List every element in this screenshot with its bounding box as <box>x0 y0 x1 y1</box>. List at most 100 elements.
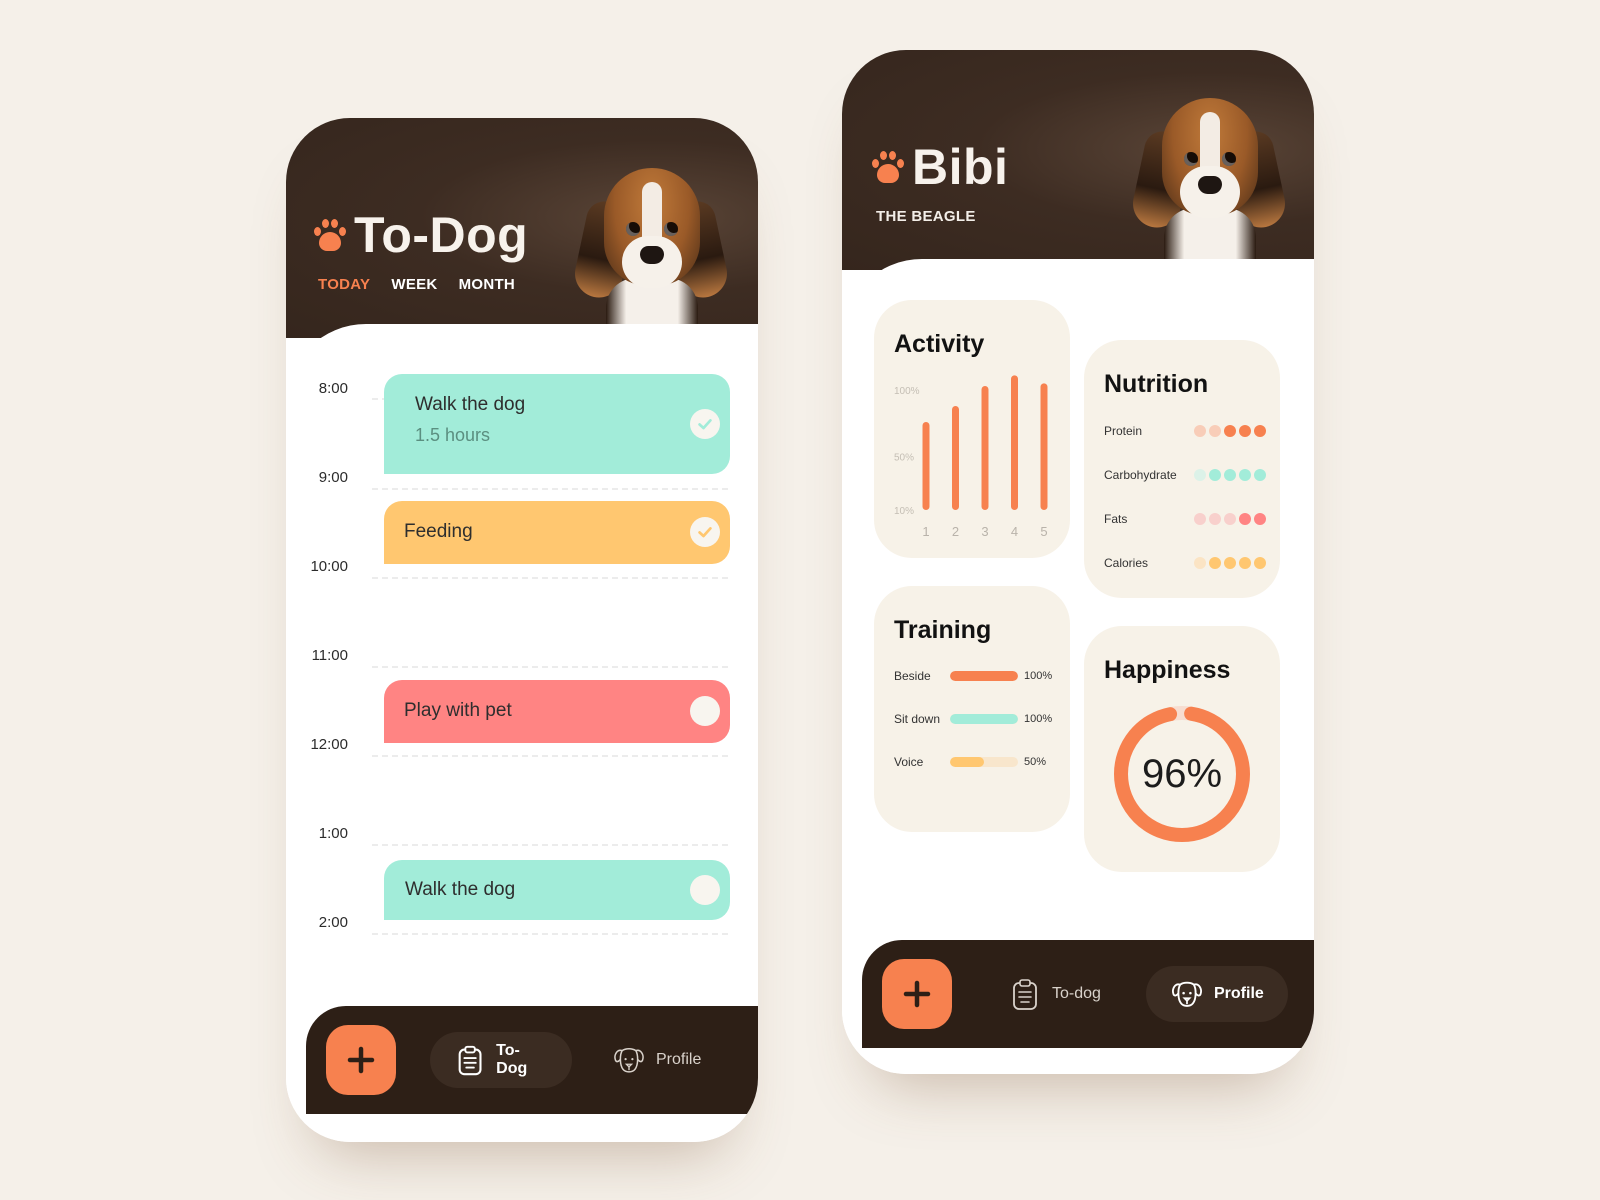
nutrition-dot <box>1254 469 1266 481</box>
task-play-with-pet[interactable]: Play with pet <box>384 680 730 743</box>
training-progress-bar <box>950 714 1018 724</box>
nutrition-dot <box>1194 469 1206 481</box>
activity-chart-svg: 100% 50% 10% 1 2 3 4 5 <box>894 375 1048 539</box>
nutrition-row: Fats <box>1104 512 1266 526</box>
training-progress-bar <box>950 757 1018 767</box>
nutrition-dot <box>1224 425 1236 437</box>
nutrition-dot <box>1224 469 1236 481</box>
nutrition-level-dots <box>1194 513 1266 525</box>
hour-divider <box>372 933 728 935</box>
nutrition-level-dots <box>1194 557 1266 569</box>
task-complete-toggle[interactable] <box>690 409 720 439</box>
plus-icon <box>903 980 931 1008</box>
nav-profile[interactable]: Profile <box>588 1032 725 1088</box>
training-label: Voice <box>894 755 924 769</box>
training-row: Voice 50% <box>894 754 1060 770</box>
nutrition-dot <box>1224 557 1236 569</box>
training-progress-bar <box>950 671 1018 681</box>
x-tick-label: 1 <box>922 524 929 539</box>
profile-screen: Bibi THE BEAGLE Activity 100% 50% 10% 1 2 3 4 5… <box>842 50 1314 1074</box>
hour-divider <box>372 577 728 579</box>
hour-divider <box>372 488 728 490</box>
nav-todo[interactable]: To-dog <box>984 966 1125 1022</box>
hour-label: 2:00 <box>318 914 348 931</box>
training-progress-fill <box>950 671 1018 681</box>
add-button[interactable] <box>882 959 952 1029</box>
nutrition-label: Calories <box>1104 556 1149 570</box>
add-task-button[interactable] <box>326 1025 396 1095</box>
bottom-nav: To-dog Profile <box>862 940 1314 1048</box>
nutrition-dot <box>1194 557 1206 569</box>
checkmark-icon <box>698 527 712 538</box>
y-tick-label: 50% <box>894 453 914 464</box>
nutrition-level-dots <box>1194 469 1266 481</box>
task-complete-toggle[interactable] <box>690 696 720 726</box>
task-title: Feeding <box>404 521 473 542</box>
training-row: Sit down 100% <box>894 711 1060 727</box>
nutrition-dot <box>1224 513 1236 525</box>
task-complete-toggle[interactable] <box>690 517 720 547</box>
x-tick-label: 5 <box>1040 524 1047 539</box>
training-percent: 50% <box>1024 756 1047 768</box>
nutrition-dot <box>1209 469 1221 481</box>
nutrition-row: Protein <box>1104 424 1266 438</box>
y-tick-label: 10% <box>894 506 914 517</box>
nav-todo[interactable]: To-Dog <box>430 1032 572 1088</box>
nutrition-level-dots <box>1194 425 1266 437</box>
todo-screen: To-Dog TODAY WEEK MONTH 8:00 9:00 10:00 … <box>286 118 758 1142</box>
period-tabs: TODAY WEEK MONTH <box>318 276 515 293</box>
nutrition-dot <box>1209 513 1221 525</box>
nutrition-dot <box>1239 425 1251 437</box>
pet-breed: THE BEAGLE <box>876 208 976 225</box>
training-percent: 100% <box>1024 670 1053 682</box>
nutrition-dot <box>1209 557 1221 569</box>
task-title: Walk the dog <box>405 879 516 900</box>
x-tick-label: 3 <box>981 524 988 539</box>
activity-card[interactable]: Activity 100% 50% 10% 1 2 3 4 5 <box>874 300 1070 558</box>
x-tick-label: 2 <box>952 524 959 539</box>
paw-icon <box>872 149 904 185</box>
nutrition-dot <box>1239 513 1251 525</box>
hour-divider <box>372 844 728 846</box>
nutrition-dot <box>1194 425 1206 437</box>
nav-label: Profile <box>656 1051 702 1068</box>
pet-name: Bibi <box>912 139 1009 195</box>
activity-bar <box>1011 375 1018 510</box>
training-progress-fill <box>950 714 1018 724</box>
clipboard-icon <box>1013 979 1037 1010</box>
card-title: Happiness <box>1104 656 1231 684</box>
task-complete-toggle[interactable] <box>690 875 720 905</box>
x-tick-label: 4 <box>1011 524 1018 539</box>
happiness-value: 96% <box>1141 751 1223 796</box>
beagle-photo <box>1128 88 1290 268</box>
hour-divider <box>372 666 728 668</box>
activity-bar <box>981 386 989 510</box>
tab-today[interactable]: TODAY <box>318 276 370 293</box>
tab-month[interactable]: MONTH <box>459 276 516 293</box>
task-title: Play with pet <box>404 700 512 721</box>
nav-profile[interactable]: Profile <box>1146 966 1288 1022</box>
task-feeding[interactable]: Feeding <box>384 501 730 564</box>
activity-bar <box>952 406 959 510</box>
nutrition-label: Fats <box>1104 512 1128 526</box>
nutrition-dot <box>1254 425 1266 437</box>
beagle-photo <box>570 158 732 338</box>
task-walk-dog-afternoon[interactable]: Walk the dog <box>384 860 730 920</box>
tab-week[interactable]: WEEK <box>391 276 437 293</box>
clipboard-icon <box>458 1045 482 1076</box>
training-card[interactable]: Training Beside 100% Sit down 100% Voice 50% <box>874 586 1070 832</box>
hour-divider <box>372 755 728 757</box>
card-title: Training <box>894 616 992 644</box>
nutrition-label: Carbohydrate <box>1104 468 1177 482</box>
nutrition-label: Protein <box>1104 424 1143 438</box>
activity-bar <box>922 422 930 510</box>
nutrition-card[interactable]: Nutrition Protein Carbohydrate Fats Calorie… <box>1084 340 1280 598</box>
paw-icon <box>314 217 346 253</box>
bottom-nav: To-Dog Profile <box>306 1006 758 1114</box>
nutrition-dot <box>1239 469 1251 481</box>
card-title: Nutrition <box>1104 370 1209 398</box>
training-percent: 100% <box>1024 713 1053 725</box>
nutrition-dot <box>1254 513 1266 525</box>
happiness-card[interactable]: Happiness 96% <box>1084 626 1280 872</box>
task-walk-dog-morning[interactable]: Walk the dog 1.5 hours <box>384 374 730 474</box>
